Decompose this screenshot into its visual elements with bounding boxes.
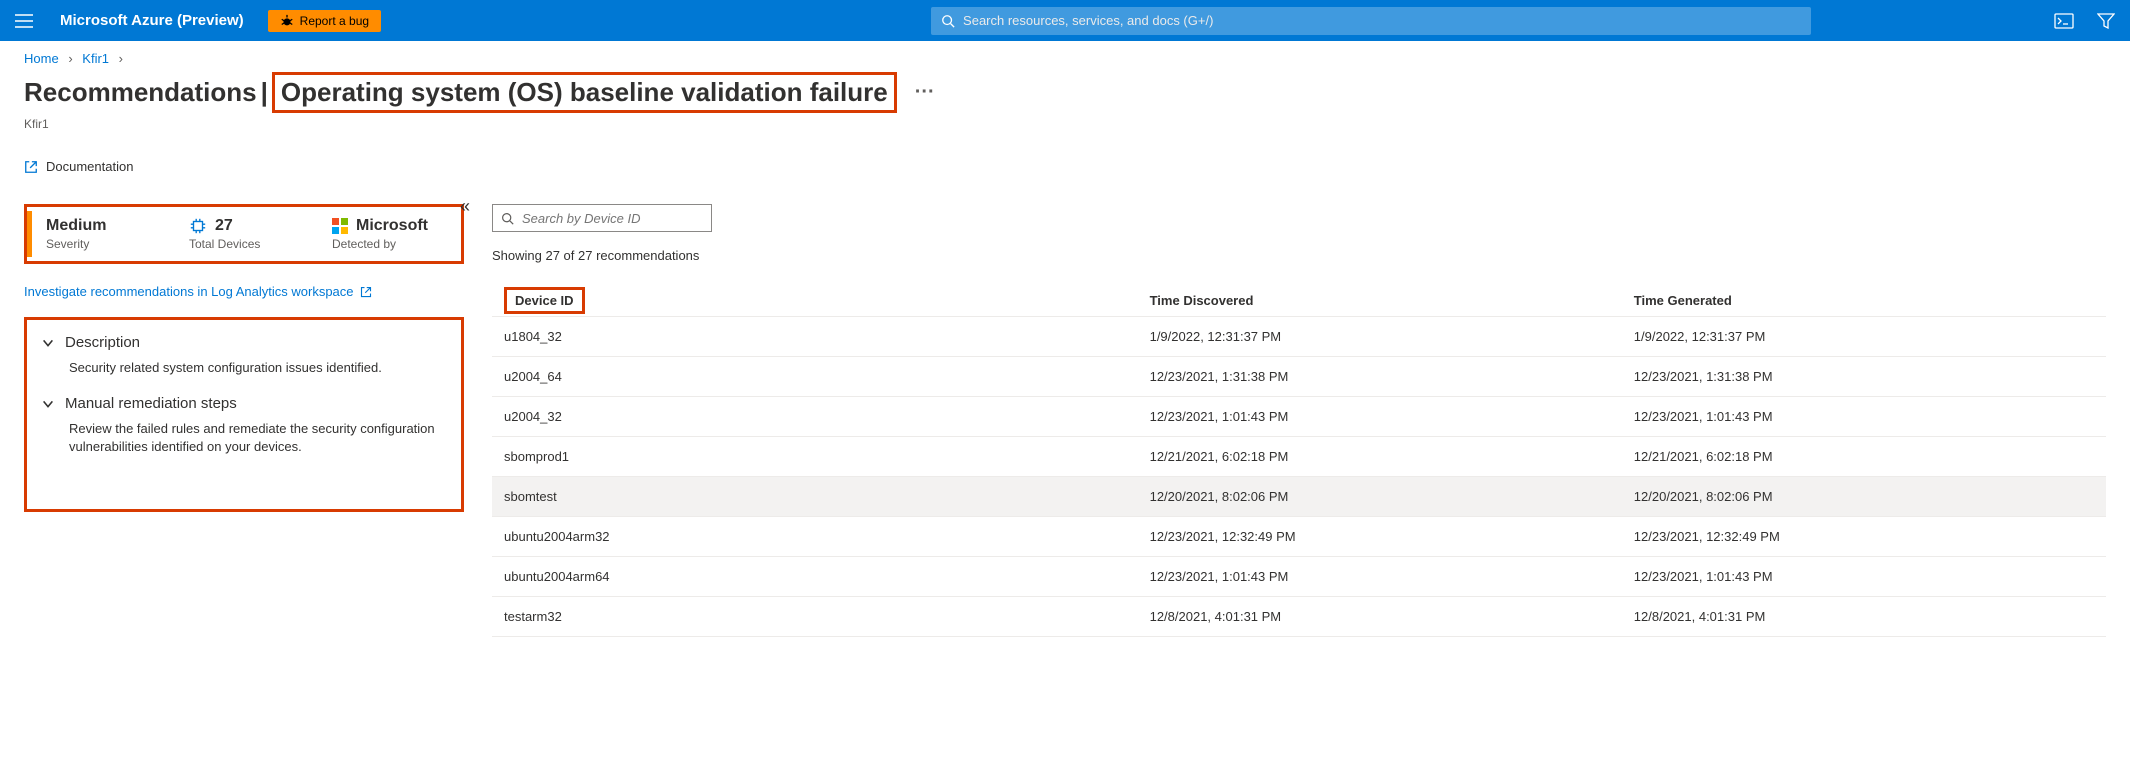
breadcrumb: Home › Kfir1 › [24, 51, 2106, 66]
table-row[interactable]: ubuntu2004arm3212/23/2021, 12:32:49 PM12… [492, 517, 2106, 557]
stat-devices: 27 Total Devices [175, 211, 318, 257]
stat-devices-value: 27 [215, 217, 233, 235]
showing-count: Showing 27 of 27 recommendations [492, 248, 2106, 263]
cell-device-id: ubuntu2004arm32 [492, 517, 1138, 557]
chevron-right-icon: › [68, 51, 72, 66]
cell-time-generated: 12/23/2021, 1:01:43 PM [1622, 397, 2106, 437]
breadcrumb-home[interactable]: Home [24, 51, 59, 66]
left-pane: « Medium Severity 27 Total Devices [24, 204, 464, 637]
topbar: Microsoft Azure (Preview) Report a bug [0, 0, 2130, 41]
chip-icon [189, 217, 207, 235]
section-description-toggle[interactable]: Description [41, 334, 447, 351]
chevron-down-icon [41, 397, 55, 411]
global-search[interactable] [931, 7, 1811, 35]
menu-icon[interactable] [12, 9, 36, 33]
cloud-shell-icon[interactable] [2052, 9, 2076, 33]
table-row[interactable]: ubuntu2004arm6412/23/2021, 1:01:43 PM12/… [492, 557, 2106, 597]
page-title: Recommendations | Operating system (OS) … [24, 72, 2106, 113]
stat-severity-label: Severity [46, 237, 161, 251]
cell-device-id: sbomtest [492, 477, 1138, 517]
collapse-pane-icon[interactable]: « [460, 196, 470, 217]
page-title-main: Operating system (OS) baseline validatio… [272, 72, 897, 113]
chevron-down-icon [41, 336, 55, 350]
cell-time-generated: 1/9/2022, 12:31:37 PM [1622, 317, 2106, 357]
section-remediation-toggle[interactable]: Manual remediation steps [41, 395, 447, 412]
stat-severity-value: Medium [46, 217, 106, 235]
cell-time-discovered: 12/23/2021, 1:31:38 PM [1138, 357, 1622, 397]
documentation-link[interactable]: Documentation [24, 159, 2106, 174]
cell-device-id: u2004_64 [492, 357, 1138, 397]
page-title-sep: | [261, 77, 268, 108]
cell-time-discovered: 12/20/2021, 8:02:06 PM [1138, 477, 1622, 517]
section-description: Description Security related system conf… [41, 334, 447, 377]
filter-icon[interactable] [2094, 9, 2118, 33]
search-icon [501, 212, 514, 225]
report-bug-button[interactable]: Report a bug [268, 10, 381, 32]
microsoft-logo-icon [332, 218, 348, 234]
cell-time-discovered: 12/23/2021, 12:32:49 PM [1138, 517, 1622, 557]
stat-severity: Medium Severity [27, 211, 175, 257]
table-row[interactable]: u2004_3212/23/2021, 1:01:43 PM12/23/2021… [492, 397, 2106, 437]
details-box: Description Security related system conf… [24, 317, 464, 512]
cell-time-discovered: 12/8/2021, 4:01:31 PM [1138, 597, 1622, 637]
bug-icon [280, 14, 294, 28]
cell-device-id: testarm32 [492, 597, 1138, 637]
device-search-input[interactable] [522, 211, 703, 226]
right-pane: Showing 27 of 27 recommendations Device … [492, 204, 2106, 637]
cell-time-generated: 12/23/2021, 1:01:43 PM [1622, 557, 2106, 597]
cell-time-generated: 12/20/2021, 8:02:06 PM [1622, 477, 2106, 517]
section-remediation-title: Manual remediation steps [65, 395, 237, 412]
cell-time-generated: 12/23/2021, 12:32:49 PM [1622, 517, 2106, 557]
investigate-label: Investigate recommendations in Log Analy… [24, 284, 354, 299]
cell-time-generated: 12/21/2021, 6:02:18 PM [1622, 437, 2106, 477]
stat-detected-value: Microsoft [356, 217, 428, 235]
section-description-title: Description [65, 334, 140, 351]
search-icon [941, 14, 955, 28]
cell-time-generated: 12/23/2021, 1:31:38 PM [1622, 357, 2106, 397]
cell-time-discovered: 1/9/2022, 12:31:37 PM [1138, 317, 1622, 357]
cell-time-discovered: 12/23/2021, 1:01:43 PM [1138, 557, 1622, 597]
devices-table: Device ID Time Discovered Time Generated… [492, 285, 2106, 637]
cell-device-id: sbomprod1 [492, 437, 1138, 477]
investigate-link[interactable]: Investigate recommendations in Log Analy… [24, 284, 464, 299]
col-time-generated[interactable]: Time Generated [1622, 285, 2106, 317]
external-link-icon [24, 160, 38, 174]
section-description-body: Security related system configuration is… [41, 359, 447, 377]
stat-devices-label: Total Devices [189, 237, 304, 251]
page-title-prefix: Recommendations [24, 77, 257, 108]
table-row[interactable]: sbomprod112/21/2021, 6:02:18 PM12/21/202… [492, 437, 2106, 477]
breadcrumb-item[interactable]: Kfir1 [82, 51, 109, 66]
cell-device-id: ubuntu2004arm64 [492, 557, 1138, 597]
external-link-icon [360, 286, 372, 298]
report-bug-label: Report a bug [300, 14, 369, 28]
stat-detected-label: Detected by [332, 237, 447, 251]
global-search-input[interactable] [963, 13, 1801, 28]
page-subscription: Kfir1 [24, 117, 2106, 131]
chevron-right-icon: › [119, 51, 123, 66]
cell-device-id: u1804_32 [492, 317, 1138, 357]
cell-time-discovered: 12/21/2021, 6:02:18 PM [1138, 437, 1622, 477]
table-row[interactable]: testarm3212/8/2021, 4:01:31 PM12/8/2021,… [492, 597, 2106, 637]
cell-device-id: u2004_32 [492, 397, 1138, 437]
col-time-discovered[interactable]: Time Discovered [1138, 285, 1622, 317]
more-icon[interactable]: ··· [915, 81, 935, 104]
documentation-label: Documentation [46, 159, 133, 174]
cell-time-discovered: 12/23/2021, 1:01:43 PM [1138, 397, 1622, 437]
stat-detected: Microsoft Detected by [318, 211, 461, 257]
cell-time-generated: 12/8/2021, 4:01:31 PM [1622, 597, 2106, 637]
stats-box: Medium Severity 27 Total Devices [24, 204, 464, 264]
section-remediation-body: Review the failed rules and remediate th… [41, 420, 447, 456]
col-device-id[interactable]: Device ID [504, 287, 585, 314]
device-search[interactable] [492, 204, 712, 232]
table-row[interactable]: u1804_321/9/2022, 12:31:37 PM1/9/2022, 1… [492, 317, 2106, 357]
section-remediation: Manual remediation steps Review the fail… [41, 395, 447, 456]
brand-label: Microsoft Azure (Preview) [60, 12, 244, 29]
table-row[interactable]: u2004_6412/23/2021, 1:31:38 PM12/23/2021… [492, 357, 2106, 397]
table-row[interactable]: sbomtest12/20/2021, 8:02:06 PM12/20/2021… [492, 477, 2106, 517]
